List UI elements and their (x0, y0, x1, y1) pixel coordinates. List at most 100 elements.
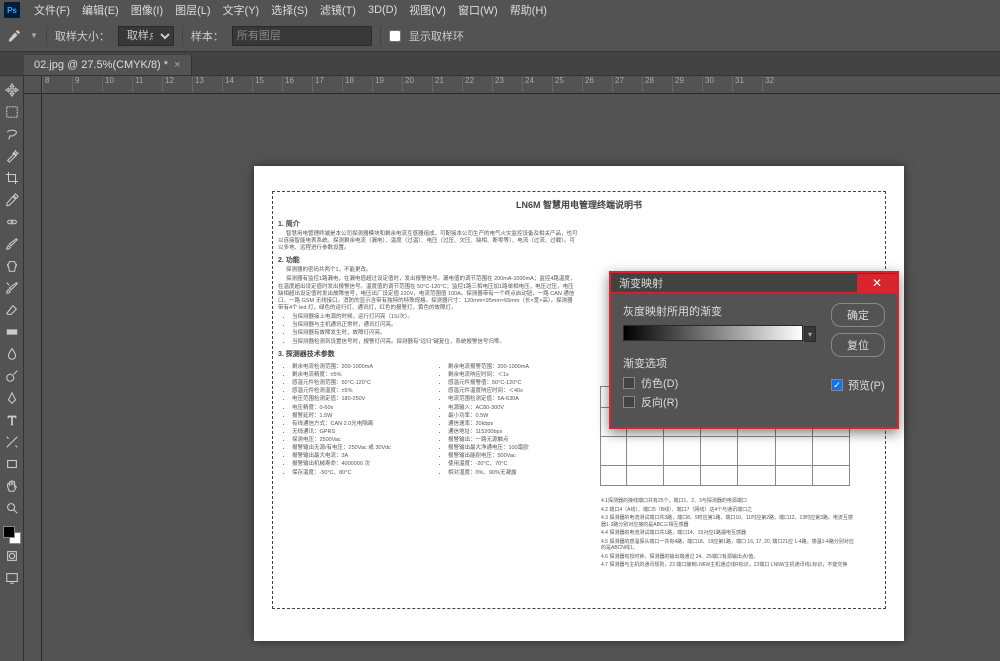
zoom-tool[interactable] (2, 498, 22, 518)
chevron-down-icon[interactable]: ▼ (30, 31, 38, 40)
list-item: 当探测器检测到设置信号时，报警灯闪亮。探测器有"远归"键复位，系统报警信号归零。 (292, 339, 578, 346)
color-swatches[interactable] (3, 526, 21, 544)
ruler-tick: 22 (462, 76, 492, 93)
eyedropper-tool[interactable] (2, 190, 22, 210)
app-icon: Ps (4, 2, 20, 18)
ruler-tick: 15 (252, 76, 282, 93)
workspace: 8910111213141516171819202122232425262728… (0, 76, 1000, 661)
doc-note: 4.7 探测器与主机的通讯规则，23 端口接到LN6W主机通过线R标识，22端口… (601, 562, 856, 569)
brush-tool[interactable] (2, 234, 22, 254)
list-item: 通信速率：20kbps (448, 421, 578, 428)
list-item: 有线通信方式：CAN 2.0光电隔离 (292, 421, 422, 428)
dialog-titlebar[interactable]: 渐变映射 ✕ (611, 273, 897, 293)
path-tool[interactable] (2, 432, 22, 452)
gradient-preview[interactable]: ▾ (623, 325, 803, 341)
ruler-vertical (24, 94, 42, 661)
list-item: 最小功率：0.5W (448, 413, 578, 420)
ruler-tick: 20 (402, 76, 432, 93)
list-item: 通信地址：115200bps (448, 429, 578, 436)
separator (380, 26, 381, 46)
ruler-tick: 31 (732, 76, 762, 93)
ruler-tick: 17 (312, 76, 342, 93)
quickmask-tool[interactable] (2, 546, 22, 566)
canvas-area[interactable]: 8910111213141516171819202122232425262728… (24, 76, 1000, 661)
marquee-tool[interactable] (2, 102, 22, 122)
move-tool[interactable] (2, 80, 22, 100)
ruler-tick: 16 (282, 76, 312, 93)
doc-paragraph: 探测器的密码共两个1，不能更改。 (278, 267, 578, 274)
menu-3d[interactable]: 3D(D) (362, 4, 403, 16)
show-ring-checkbox[interactable] (389, 30, 401, 42)
ruler-tick: 9 (72, 76, 102, 93)
ruler-tick: 25 (552, 76, 582, 93)
dialog-title: 渐变映射 (619, 275, 663, 291)
list-item: 当探测器有故障发生时，故障灯闪亮。 (292, 330, 578, 337)
close-icon[interactable]: × (174, 59, 180, 71)
ruler-tick: 11 (132, 76, 162, 93)
cancel-button[interactable]: 复位 (831, 333, 885, 357)
ruler-origin (24, 76, 42, 94)
history-brush-tool[interactable] (2, 278, 22, 298)
ruler-horizontal: 8910111213141516171819202122232425262728… (42, 76, 1000, 94)
ruler-tick: 29 (672, 76, 702, 93)
list-item: 剩余电流检测范围：200-1000mA (292, 364, 422, 371)
sample-size-select[interactable]: 取样点 (118, 26, 174, 46)
clone-tool[interactable] (2, 256, 22, 276)
lasso-tool[interactable] (2, 124, 22, 144)
menu-image[interactable]: 图像(I) (125, 2, 169, 18)
dither-label: 仿色(D) (641, 375, 678, 391)
screenmode-tool[interactable] (2, 568, 22, 588)
preview-checkbox[interactable] (831, 379, 843, 391)
crop-tool[interactable] (2, 168, 22, 188)
menu-view[interactable]: 视图(V) (403, 2, 452, 18)
menu-edit[interactable]: 编辑(E) (76, 2, 125, 18)
preview-label: 预览(P) (848, 377, 885, 393)
ruler-tick: 24 (522, 76, 552, 93)
type-tool[interactable] (2, 410, 22, 430)
document-tab[interactable]: 02.jpg @ 27.5%(CMYK/8) * × (24, 55, 192, 75)
separator (46, 26, 47, 46)
pen-tool[interactable] (2, 388, 22, 408)
list-item: 相对湿度：0%、90%无凝露 (448, 470, 578, 477)
close-button[interactable]: ✕ (857, 274, 897, 292)
doc-section-2: 2. 功能 (278, 256, 578, 265)
wand-tool[interactable] (2, 146, 22, 166)
menu-window[interactable]: 窗口(W) (452, 2, 504, 18)
doc-note: 4.2 端口4（A线）、端口5（B线）、端口7（网线）这4个与通讯端口之 (601, 507, 856, 514)
eraser-tool[interactable] (2, 300, 22, 320)
menu-type[interactable]: 文字(Y) (217, 2, 266, 18)
dither-checkbox[interactable] (623, 377, 635, 389)
dodge-tool[interactable] (2, 366, 22, 386)
heal-tool[interactable] (2, 212, 22, 232)
menu-select[interactable]: 选择(S) (265, 2, 314, 18)
ruler-tick: 28 (642, 76, 672, 93)
menu-help[interactable]: 帮助(H) (504, 2, 553, 18)
rect-tool[interactable] (2, 454, 22, 474)
fg-swatch[interactable] (3, 526, 15, 538)
doc-right-notes: 4.1探测器的接线端口共有25个，端口1、2、3与探测器的电源端口 4.2 端口4… (601, 498, 856, 571)
list-item: 报警输出最大净通电压：100毫欧 (448, 445, 578, 452)
ruler-tick: 30 (702, 76, 732, 93)
list-item: 报警输出无源/有电压：250Vac 或 30Vdc (292, 445, 422, 452)
list-item: 探测电压：2500Vac (292, 437, 422, 444)
doc-note: 4.5 探测器的感温探头端口一共有4路，端口18、19应第1路，端口 16, 1… (601, 539, 856, 552)
sample-layers-select[interactable]: 所有图层 (232, 26, 372, 46)
ok-button[interactable]: 确定 (831, 303, 885, 327)
doc-note: 4.1探测器的接线端口共有25个，端口1、2、3与探测器的电源端口 (601, 498, 856, 505)
doc-note: 4.6 探测器有授时钟，探测器的输出端通过 24、25端口有源输出点/值。 (601, 554, 856, 561)
list-item: 保存温度：-50°C、80°C (292, 470, 422, 477)
list-item: 感温元件温度响应时间：＜40s (448, 388, 578, 395)
menu-file[interactable]: 文件(F) (28, 2, 76, 18)
sample-label: 样本： (191, 28, 224, 44)
gradient-tool[interactable] (2, 322, 22, 342)
ruler-tick: 12 (162, 76, 192, 93)
reverse-checkbox[interactable] (623, 396, 635, 408)
ruler-tick: 19 (372, 76, 402, 93)
doc-section-1: 1. 简介 (278, 220, 578, 229)
show-ring-label: 显示取样环 (409, 28, 464, 44)
menu-filter[interactable]: 滤镜(T) (314, 2, 362, 18)
gradient-dropdown-icon[interactable]: ▾ (804, 326, 816, 342)
hand-tool[interactable] (2, 476, 22, 496)
menu-layer[interactable]: 图层(L) (169, 2, 216, 18)
blur-tool[interactable] (2, 344, 22, 364)
